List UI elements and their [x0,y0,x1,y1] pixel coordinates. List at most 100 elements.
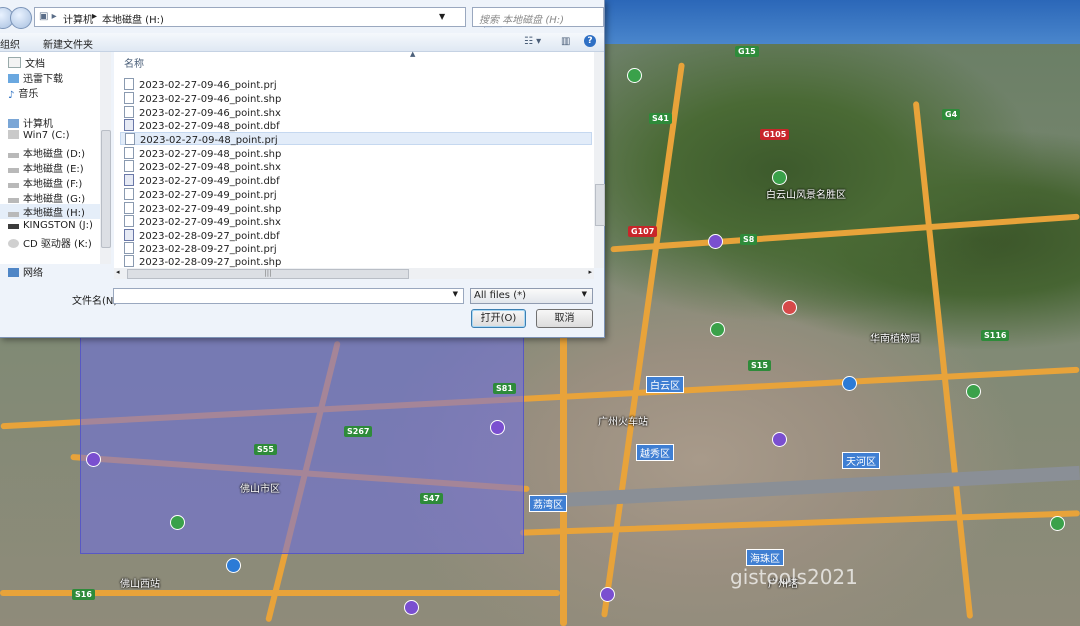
file-row[interactable]: 2023-02-27-09-46_point.prj [124,78,592,91]
file-icon [124,215,134,227]
file-icon [124,78,134,90]
file-open-dialog: ▣ ▸ 计算机 ▸ 本地磁盘 (H:) ▼ ↻ 搜索 本地磁盘 (H:) 组织 … [0,0,605,338]
breadcrumb-item[interactable]: 计算机 [63,11,93,26]
place-label: 华南植物园 [870,334,920,345]
map-poi-icon [226,558,241,573]
map-road [601,62,685,618]
route-shield: S81 [493,383,516,394]
file-row[interactable]: 2023-02-27-09-49_point.prj [124,188,592,201]
file-list-vertical-scrollbar[interactable] [594,52,605,268]
organize-button[interactable]: 组织 [0,36,20,51]
help-icon[interactable]: ? [584,35,596,47]
cd-drive-icon [8,239,19,248]
download-folder-icon [8,74,19,83]
file-row[interactable]: 2023-02-27-09-46_point.shp [124,92,592,105]
filename-input[interactable]: ▼ [113,288,464,304]
file-row[interactable]: 2023-02-28-09-27_point.prj [124,242,592,255]
route-shield: G105 [760,129,790,140]
file-row[interactable]: 2023-02-28-09-27_point.dbf [124,229,592,242]
file-icon [124,255,134,267]
place-label: 佛山市区 [240,484,280,495]
preview-pane-icon[interactable]: ▥ [561,36,570,47]
nav-scrollbar[interactable] [100,52,111,264]
search-input[interactable]: 搜索 本地磁盘 (H:) [472,7,604,27]
file-icon [124,188,134,200]
district-label: 白云区 [646,376,684,393]
map-poi-icon [772,170,787,185]
nav-item-drive-g[interactable]: 本地磁盘 (G:) [8,190,85,205]
drive-icon [8,212,19,217]
map-top-strip [605,0,1080,44]
chevron-right-icon: ▸ [92,11,98,22]
file-row[interactable]: 2023-02-27-09-49_point.dbf [124,174,592,187]
nav-item-drive-f[interactable]: 本地磁盘 (F:) [8,175,82,190]
nav-item-drive-j[interactable]: KINGSTON (J:) [8,220,93,231]
scrollbar-thumb[interactable] [595,184,605,226]
dbf-file-icon [124,229,134,241]
file-row[interactable]: 2023-02-28-09-27_point.shp [124,255,592,268]
drive-icon [8,130,19,139]
column-header[interactable]: 名称 ▲ [114,50,594,70]
file-row[interactable]: 2023-02-27-09-48_point.shx [124,160,592,173]
nav-item-drive-e[interactable]: 本地磁盘 (E:) [8,160,84,175]
file-list-horizontal-scrollbar[interactable]: ◂ ||| ▸ [114,268,594,279]
column-name[interactable]: 名称 [124,55,144,70]
drive-icon [8,168,19,173]
nav-item-downloads[interactable]: 迅雷下载 [8,70,63,85]
nav-item-drive-k[interactable]: CD 驱动器 (K:) [8,235,92,250]
map-road [912,101,974,619]
nav-item-documents[interactable]: 文档 [8,55,45,70]
chevron-down-icon[interactable]: ▼ [453,290,458,298]
navigation-pane: 文档 迅雷下载 ♪ 音乐 计算机 Win7 (C:) 本地磁盘 (D:) 本地磁盘… [0,52,101,279]
drive-icon [8,153,19,158]
toolbar: 组织 新建文件夹 ☷ ▾ ▥ ? [0,33,604,52]
map-poi-icon [772,432,787,447]
file-row[interactable]: 2023-02-27-09-46_point.shx [124,106,592,119]
nav-item-music[interactable]: ♪ 音乐 [8,85,38,101]
file-list: 名称 ▲ 2023-02-27-09-46_point.prj 2023-02-… [114,50,604,268]
nav-item-drive-h[interactable]: 本地磁盘 (H:) [0,204,100,219]
route-shield: G107 [628,226,658,237]
map-poi-icon [627,68,642,83]
route-shield: S41 [649,113,672,124]
selection-rectangle [80,337,524,554]
file-row[interactable]: 2023-02-27-09-48_point.shp [124,147,592,160]
map-poi-icon [710,322,725,337]
nav-item-network[interactable]: 网络 [8,264,43,279]
scroll-left-icon[interactable]: ◂ [116,268,120,276]
nav-item-drive-c[interactable]: Win7 (C:) [8,130,69,141]
file-row[interactable]: 2023-02-27-09-49_point.shp [124,202,592,215]
file-icon [124,202,134,214]
cancel-button[interactable]: 取消 [536,309,593,328]
map-poi-icon [404,600,419,615]
file-icon [124,147,134,159]
place-label: 白云山风景名胜区 [766,190,846,201]
file-row[interactable]: 2023-02-27-09-49_point.shx [124,215,592,228]
route-shield: S16 [72,589,95,600]
open-button[interactable]: 打开(O) [471,309,526,328]
nav-item-drive-d[interactable]: 本地磁盘 (D:) [8,145,85,160]
map-poi-icon [782,300,797,315]
route-shield: S8 [740,234,758,245]
scroll-right-icon[interactable]: ▸ [588,268,592,276]
new-folder-button[interactable]: 新建文件夹 [43,36,93,51]
breadcrumb-item[interactable]: 本地磁盘 (H:) [102,11,164,26]
chevron-down-icon[interactable]: ▼ [439,12,445,21]
usb-drive-icon [8,224,19,229]
breadcrumb[interactable]: ▣ ▸ 计算机 ▸ 本地磁盘 (H:) ▼ ↻ [34,7,502,28]
dbf-file-icon [124,174,134,186]
chevron-down-icon: ▼ [581,290,587,298]
map-road [610,213,1080,253]
place-label: 广州火车站 [598,417,648,428]
scrollbar-thumb[interactable]: ||| [127,269,409,279]
scrollbar-thumb[interactable] [101,130,111,248]
nav-item-computer[interactable]: 计算机 [8,115,53,130]
view-options-icon[interactable]: ☷ ▾ [524,36,541,47]
filetype-select[interactable]: All files (*) ▼ [470,288,593,304]
file-row[interactable]: 2023-02-27-09-48_point.dbf [124,119,592,132]
map-poi-icon [490,420,505,435]
forward-button[interactable] [10,7,32,29]
file-row-selected[interactable]: 2023-02-27-09-48_point.prj [120,132,592,146]
map-poi-icon [86,452,101,467]
district-label: 天河区 [842,452,880,469]
